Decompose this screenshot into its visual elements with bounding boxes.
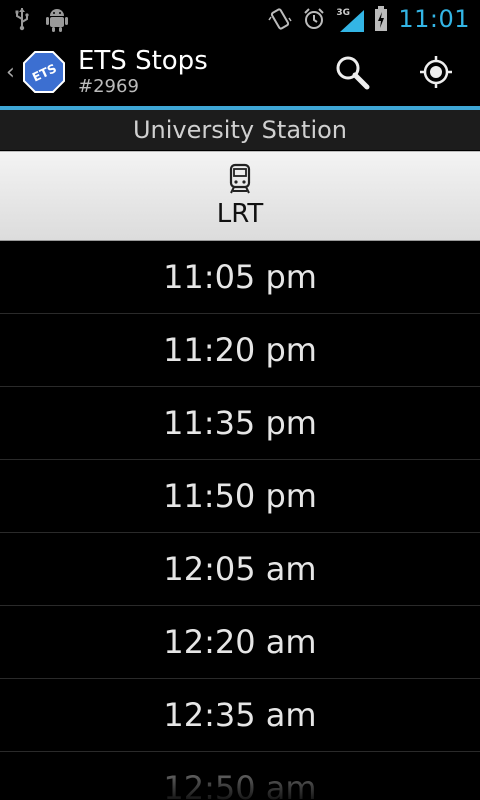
time-row[interactable]: 11:50 pm bbox=[0, 460, 480, 533]
battery-charging-icon bbox=[374, 6, 388, 32]
action-bar-titles: ETS Stops #2969 bbox=[78, 46, 208, 98]
time-row[interactable]: 12:20 am bbox=[0, 606, 480, 679]
status-bar: 3G 11:01 bbox=[0, 0, 480, 38]
app-title: ETS Stops bbox=[78, 46, 208, 76]
usb-icon bbox=[14, 7, 30, 31]
search-button[interactable] bbox=[332, 52, 372, 92]
train-icon bbox=[228, 163, 252, 195]
route-button-lrt[interactable]: LRT bbox=[0, 151, 480, 241]
home-up-button[interactable]: ‹ ETS bbox=[0, 50, 66, 94]
alarm-icon bbox=[302, 7, 326, 31]
chevron-left-icon: ‹ bbox=[6, 59, 15, 85]
station-name-header: University Station bbox=[0, 110, 480, 150]
locate-button[interactable] bbox=[416, 52, 456, 92]
signal-icon: 3G bbox=[336, 6, 365, 32]
search-icon bbox=[336, 56, 370, 90]
time-row[interactable]: 12:05 am bbox=[0, 533, 480, 606]
location-icon bbox=[420, 56, 452, 88]
android-debug-icon bbox=[46, 6, 68, 32]
time-row[interactable]: 12:35 am bbox=[0, 679, 480, 752]
status-clock: 11:01 bbox=[398, 5, 470, 33]
action-bar: ‹ ETS ETS Stops #2969 bbox=[0, 38, 480, 106]
time-row[interactable]: 11:05 pm bbox=[0, 241, 480, 314]
vibrate-icon bbox=[268, 7, 292, 31]
time-row[interactable]: 11:35 pm bbox=[0, 387, 480, 460]
departure-times-list[interactable]: 11:05 pm 11:20 pm 11:35 pm 11:50 pm 12:0… bbox=[0, 241, 480, 800]
route-label: LRT bbox=[216, 199, 264, 229]
time-row[interactable]: 12:50 am bbox=[0, 752, 480, 800]
ets-logo-icon: ETS bbox=[22, 50, 66, 94]
time-row[interactable]: 11:20 pm bbox=[0, 314, 480, 387]
stop-number: #2969 bbox=[78, 76, 139, 97]
